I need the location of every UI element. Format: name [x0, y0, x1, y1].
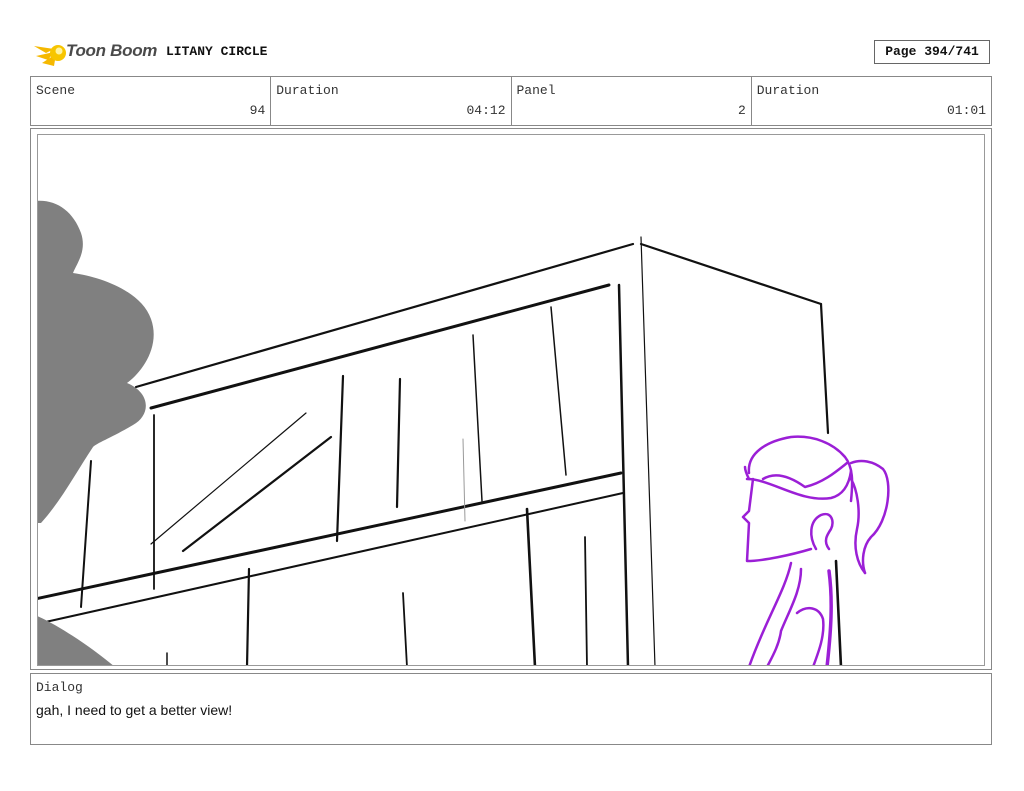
- dialog-text: gah, I need to get a better view!: [36, 702, 233, 718]
- scene-value: 94: [249, 103, 266, 118]
- panel-duration-label: Duration: [756, 83, 820, 98]
- panel-value: 2: [737, 103, 746, 118]
- scene-duration-label: Duration: [276, 83, 339, 98]
- panel-cell: Panel 2: [512, 77, 752, 125]
- scene-cell: Scene 94: [31, 77, 272, 125]
- storyboard-sketch: [38, 200, 890, 665]
- dialog-label: Dialog: [36, 680, 83, 695]
- character-sketch: [741, 435, 890, 665]
- storyboard-info-row: Scene 94 Duration 04:12 Panel 2 Duration…: [30, 76, 992, 126]
- scene-duration-cell: Duration 04:12: [271, 77, 512, 125]
- project-title: LITANY CIRCLE: [166, 44, 268, 59]
- roof-edge-line: [134, 242, 635, 389]
- page-indicator: Page 394/741: [874, 40, 990, 64]
- scene-label: Scene: [36, 83, 76, 98]
- panel-duration-value: 01:01: [946, 103, 986, 118]
- panel-duration-cell: Duration 01:01: [752, 77, 991, 125]
- foreground-silhouette: [38, 200, 154, 665]
- roof-side-line: [639, 242, 823, 306]
- scene-duration-value: 04:12: [466, 103, 506, 118]
- panel-artwork: [37, 134, 985, 666]
- logo-text: Toon Boom: [66, 41, 158, 60]
- dialog-box: Dialog gah, I need to get a better view!: [30, 673, 992, 745]
- panel-label: Panel: [516, 83, 556, 98]
